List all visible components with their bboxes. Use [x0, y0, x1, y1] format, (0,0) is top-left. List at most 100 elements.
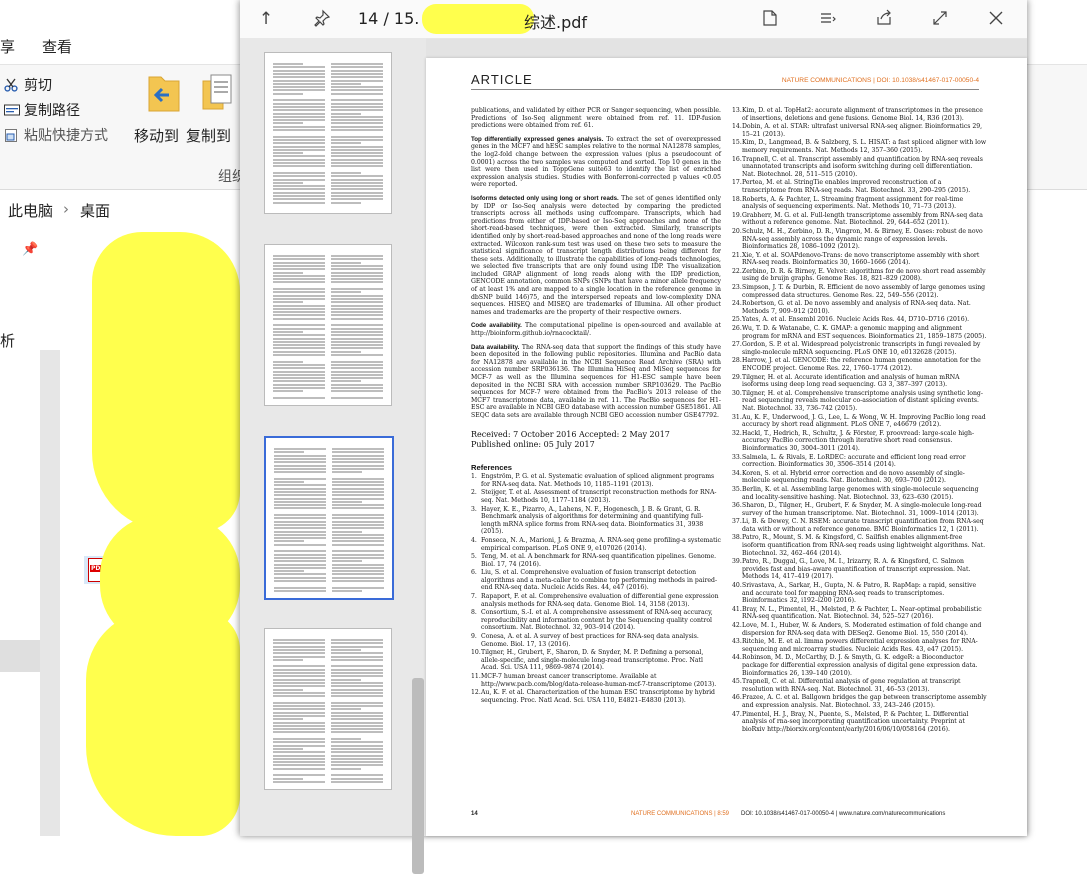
- breadcrumb-this-pc[interactable]: 此电脑: [8, 200, 53, 221]
- references-heading: References: [471, 462, 512, 472]
- journal-doi-header: NATURE COMMUNICATIONS | DOI: 10.1038/s41…: [781, 77, 979, 84]
- thumbnail-text-line: [332, 490, 384, 493]
- thumbnail-text-line: [273, 387, 325, 389]
- thumbnail-text-line: [331, 350, 361, 353]
- copy-path-button[interactable]: 复制路径: [4, 100, 80, 120]
- fullscreen-icon[interactable]: [930, 9, 950, 29]
- copy-path-icon: [4, 103, 20, 117]
- thumbnail-text-line: [273, 268, 325, 271]
- scissors-icon: [4, 78, 18, 92]
- thumbnail-text-line: [274, 457, 326, 460]
- reference-item: 12. Au, K. F. et al. Characterization of …: [471, 689, 721, 704]
- thumbnail-text-line: [273, 747, 303, 750]
- reference-number: 3.: [471, 505, 477, 513]
- thumbnail-text-line: [331, 639, 383, 641]
- thumbnail-text-line: [332, 580, 384, 582]
- pin-icon[interactable]: [312, 9, 332, 29]
- reference-text: Roberts, A. & Pachter, L. Streaming frag…: [742, 195, 964, 211]
- thumbnail-text-line: [273, 350, 325, 353]
- tab-share[interactable]: 享: [0, 36, 15, 57]
- thumbnail-text-line: [332, 553, 384, 556]
- thumbnail-text-line: [331, 685, 383, 688]
- thumbnail-text-line: [273, 317, 325, 320]
- reference-item: 42. Love, M. I., Huber, W. & Anders, S. M…: [732, 622, 987, 637]
- thumbnail-text-line: [331, 268, 383, 271]
- thumbnail-text-line: [274, 507, 326, 510]
- thumbnail-text-line: [331, 390, 383, 393]
- thumbnail-text-line: [273, 741, 325, 744]
- copy-to-button[interactable]: 复制到: [186, 73, 240, 145]
- thumbnail-text-line: [331, 92, 383, 95]
- thumbnail-text-line: [273, 377, 325, 380]
- thumbnail-text-line: [331, 344, 383, 347]
- reference-item: 15. Kim, D., Langmead, B. & Salzberg, S. …: [732, 139, 987, 154]
- breadcrumb-desktop[interactable]: 桌面: [80, 200, 110, 221]
- page-thumbnail[interactable]: [264, 628, 392, 790]
- thumbnail-text-line: [273, 185, 325, 188]
- reference-text: Harrow, J. et al. GENCODE: the reference…: [742, 357, 981, 372]
- up-arrow-icon[interactable]: ↑: [256, 9, 276, 29]
- pin-icon[interactable]: 📌: [22, 242, 38, 257]
- thumbnail-scrollbar[interactable]: [412, 678, 424, 874]
- thumbnail-text-line: [274, 533, 326, 536]
- thumbnail-text-line: [331, 324, 383, 327]
- reference-number: 21.: [732, 251, 742, 259]
- reference-text: Au, K. F. et al. Characterization of the…: [481, 689, 715, 704]
- thumbnail-text-line: [273, 691, 325, 694]
- reference-number: 15.: [732, 139, 742, 147]
- reference-item: 21. Xie, Y. et al. SOAPdenovo-Trans: de n…: [732, 252, 987, 267]
- thumbnail-text-line: [331, 327, 383, 330]
- thumbnail-text-line: [273, 314, 325, 317]
- thumbnail-text-line: [274, 467, 326, 470]
- move-to-button[interactable]: 移动到: [134, 73, 188, 145]
- thumbnail-text-line: [331, 294, 383, 297]
- thumbnail-text-line: [273, 751, 325, 754]
- reference-item: 2. Steijger, T. et al. Assessment of tran…: [471, 489, 721, 504]
- nav-scrollbar[interactable]: [40, 350, 60, 836]
- thumbnail-text-line: [273, 688, 303, 691]
- paste-shortcut-label: 粘贴快捷方式: [24, 128, 108, 144]
- thumbnail-text-line: [331, 767, 361, 770]
- thumbnail-text-line: [331, 185, 383, 188]
- list-icon[interactable]: [818, 9, 838, 29]
- reference-text: Schulz, M. H., Zerbino, D. R., Vingron, …: [742, 227, 983, 251]
- thumbnail-text-line: [274, 517, 326, 520]
- reference-item: 20. Schulz, M. H., Zerbino, D. R., Vingro…: [732, 228, 987, 251]
- save-as-icon[interactable]: [760, 9, 780, 29]
- thumbnail-text-line: [273, 370, 325, 373]
- reference-number: 20.: [732, 227, 742, 235]
- nav-item-text[interactable]: 析: [0, 330, 15, 351]
- reference-number: 43.: [732, 638, 742, 646]
- thumbnail-text-line: [331, 178, 383, 181]
- reference-number: 40.: [732, 582, 742, 590]
- thumbnail-text-line: [274, 484, 326, 487]
- redaction-mark: [86, 610, 240, 836]
- tab-view[interactable]: 查看: [42, 36, 72, 57]
- thumbnail-text-line: [331, 291, 361, 294]
- reference-text: Teng, M. et al. A benchmark for RNA-seq …: [481, 553, 717, 568]
- share-icon[interactable]: [874, 9, 894, 29]
- thumbnail-text-line: [273, 705, 325, 707]
- nav-selected-item[interactable]: [0, 640, 40, 672]
- reference-number: 16.: [732, 155, 742, 163]
- thumbnail-text-line: [274, 550, 326, 553]
- thumbnail-text-line: [332, 514, 384, 516]
- thumbnail-text-line: [273, 288, 325, 290]
- page-thumbnail[interactable]: [264, 52, 392, 214]
- page-thumbnail[interactable]: [264, 244, 392, 406]
- thumbnail-text-line: [274, 490, 326, 493]
- reference-number: 23.: [732, 284, 742, 292]
- reference-item: 4. Fonseca, N. A., Marioni, J. & Brazma, …: [471, 537, 721, 552]
- cut-button[interactable]: 剪切: [4, 75, 52, 95]
- page-thumbnail-current[interactable]: [264, 436, 394, 600]
- paste-shortcut-button[interactable]: 粘贴快捷方式: [4, 125, 108, 145]
- reference-text: Zerbino, D. R. & Birney, E. Velvet: algo…: [742, 267, 986, 283]
- thumbnail-text-line: [274, 589, 326, 592]
- reference-number: 35.: [732, 485, 742, 493]
- thumbnail-text-line: [331, 175, 383, 178]
- close-icon[interactable]: [986, 9, 1006, 29]
- thumbnail-text-line: [331, 337, 383, 340]
- thumbnail-text-line: [273, 390, 303, 393]
- thumbnail-text-line: [331, 380, 361, 383]
- paragraph-text: To extract the set of overexpressed gene…: [471, 135, 721, 189]
